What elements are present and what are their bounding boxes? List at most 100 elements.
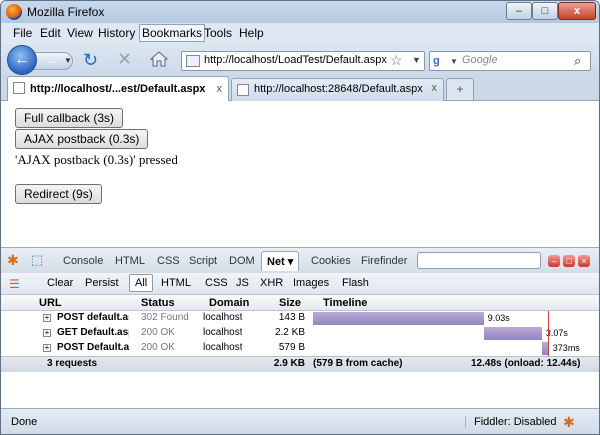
firebug-detach-icon[interactable]: □ — [563, 255, 575, 267]
fiddler-status[interactable]: Fiddler: Disabled — [465, 416, 557, 428]
request-domain: localhost — [203, 312, 243, 323]
close-tab-icon[interactable]: x — [217, 83, 223, 95]
request-size: 143 B — [278, 312, 305, 323]
inspect-icon[interactable]: ⬚ — [31, 252, 43, 268]
reload-button[interactable]: ↻ — [83, 50, 98, 71]
firebug-tab-html[interactable]: HTML — [115, 255, 145, 267]
firebug-close-icon[interactable]: × — [578, 255, 590, 267]
url-input[interactable]: http://localhost/LoadTest/Default.aspx — [204, 54, 387, 66]
status-text: Done — [11, 416, 38, 428]
column-domain[interactable]: Domain — [209, 297, 249, 309]
page-icon — [237, 84, 249, 96]
firebug-tab-firefinder[interactable]: Firefinder — [361, 255, 407, 267]
firebug-status-icon[interactable]: ✱ — [563, 414, 575, 431]
menu-bar: File Edit View History Bookmarks Tools H… — [1, 23, 599, 43]
net-panel-empty — [1, 372, 599, 408]
menu-help[interactable]: Help — [239, 26, 264, 40]
firebug-tab-dom[interactable]: DOM — [229, 255, 255, 267]
url-bar[interactable]: http://localhost/LoadTest/Default.aspx ☆… — [181, 51, 425, 71]
request-url: POST default.as — [57, 312, 129, 323]
browser-window: Mozilla Firefox – □ x File Edit View His… — [0, 0, 600, 435]
firebug-tab-css[interactable]: CSS — [157, 255, 180, 267]
summary-cache: (579 B from cache) — [313, 358, 403, 369]
menu-file[interactable]: File — [13, 26, 32, 40]
menu-edit[interactable]: Edit — [40, 26, 61, 40]
menu-tools[interactable]: Tools — [204, 26, 232, 40]
firebug-minimize-icon[interactable]: – — [548, 255, 560, 267]
firebug-search-input[interactable] — [417, 252, 541, 269]
maximize-button[interactable]: □ — [532, 2, 558, 20]
onload-line — [548, 311, 550, 326]
close-tab-icon[interactable]: x — [432, 82, 438, 94]
title-bar: Mozilla Firefox – □ x — [1, 1, 599, 23]
expand-icon[interactable]: + — [43, 329, 51, 337]
filter-css[interactable]: CSS — [205, 277, 228, 289]
request-url: GET Default.asp — [57, 327, 129, 338]
column-status[interactable]: Status — [141, 297, 175, 309]
navigation-bar: → ▼ ← ↻ ✕ http://localhost/LoadTest/Defa… — [1, 43, 599, 75]
request-domain: localhost — [203, 327, 243, 338]
tab-default-aspx[interactable]: http://localhost/...est/Default.aspx x — [7, 76, 229, 102]
table-row[interactable]: + POST default.as 302 Found localhost 14… — [1, 311, 599, 326]
firebug-tab-cookies[interactable]: Cookies — [311, 255, 351, 267]
page-content: Full callback (3s) AJAX postback (0.3s) … — [1, 101, 599, 247]
close-button[interactable]: x — [558, 2, 596, 20]
request-time: 9.03s — [487, 313, 510, 323]
firebug-tab-net[interactable]: Net ▾ — [261, 251, 300, 271]
firefox-icon — [6, 4, 22, 20]
search-bar[interactable]: g ▼ Google ⌕ — [429, 51, 591, 71]
filter-xhr[interactable]: XHR — [260, 277, 283, 289]
back-button[interactable]: ← — [7, 45, 37, 75]
filter-js[interactable]: JS — [236, 277, 249, 289]
column-url[interactable]: URL — [39, 297, 62, 309]
net-menu-icon[interactable]: ☰ — [9, 277, 20, 291]
minimize-button[interactable]: – — [506, 2, 532, 20]
full-callback-button[interactable]: Full callback (3s) — [15, 108, 124, 128]
home-icon[interactable] — [149, 50, 169, 68]
firebug-icon[interactable]: ✱ — [7, 252, 19, 269]
firebug-tab-console[interactable]: Console — [63, 255, 103, 267]
google-icon[interactable]: g — [433, 55, 440, 67]
filter-images[interactable]: Images — [293, 277, 329, 289]
firebug-tab-script[interactable]: Script — [189, 255, 217, 267]
filter-all[interactable]: All — [129, 274, 154, 292]
expand-icon[interactable]: + — [43, 314, 51, 322]
page-icon — [13, 82, 25, 94]
menu-bookmarks[interactable]: Bookmarks — [139, 24, 206, 42]
tab-label: http://localhost/...est/Default.aspx — [30, 83, 206, 95]
window-title: Mozilla Firefox — [27, 5, 105, 19]
expand-icon[interactable]: + — [43, 344, 51, 352]
search-input[interactable]: Google — [462, 54, 497, 66]
summary-requests: 3 requests — [47, 358, 98, 369]
column-timeline[interactable]: Timeline — [323, 297, 367, 309]
tab-localhost-28648[interactable]: http://localhost:28648/Default.aspx x — [231, 78, 444, 101]
filter-html[interactable]: HTML — [161, 277, 191, 289]
url-dropdown-icon[interactable]: ▼ — [412, 55, 421, 65]
search-icon[interactable]: ⌕ — [574, 53, 581, 69]
stop-button[interactable]: ✕ — [117, 49, 132, 70]
filter-flash[interactable]: Flash — [342, 277, 369, 289]
net-subtoolbar: ☰ Clear Persist All HTML CSS JS XHR Imag… — [1, 273, 599, 295]
page-icon — [186, 55, 200, 67]
request-size: 579 B — [278, 342, 305, 353]
redirect-button[interactable]: Redirect (9s) — [15, 184, 102, 204]
menu-view[interactable]: View — [67, 26, 93, 40]
ajax-postback-button[interactable]: AJAX postback (0.3s) — [15, 129, 149, 149]
table-row[interactable]: + GET Default.asp 200 OK localhost 2.2 K… — [1, 326, 599, 341]
table-row[interactable]: + POST Default.a 200 OK localhost 579 B … — [1, 341, 599, 356]
engine-dropdown-icon[interactable]: ▼ — [450, 57, 458, 66]
new-tab-button[interactable]: + — [446, 78, 474, 100]
request-status: 200 OK — [141, 327, 175, 338]
clear-button[interactable]: Clear — [47, 277, 73, 289]
persist-button[interactable]: Persist — [85, 277, 119, 289]
menu-history[interactable]: History — [98, 26, 135, 40]
history-dropdown-icon[interactable]: ▼ — [64, 52, 72, 70]
request-status: 302 Found — [141, 312, 189, 323]
column-size[interactable]: Size — [279, 297, 301, 309]
status-bar: Done Fiddler: Disabled ✱ — [1, 408, 599, 434]
request-size: 2.2 KB — [274, 327, 305, 338]
net-table-header: URL Status Domain Size Timeline — [1, 295, 599, 311]
timeline-bar — [313, 312, 484, 325]
timeline-bar — [483, 327, 542, 340]
bookmark-star-icon[interactable]: ☆ — [390, 52, 403, 69]
